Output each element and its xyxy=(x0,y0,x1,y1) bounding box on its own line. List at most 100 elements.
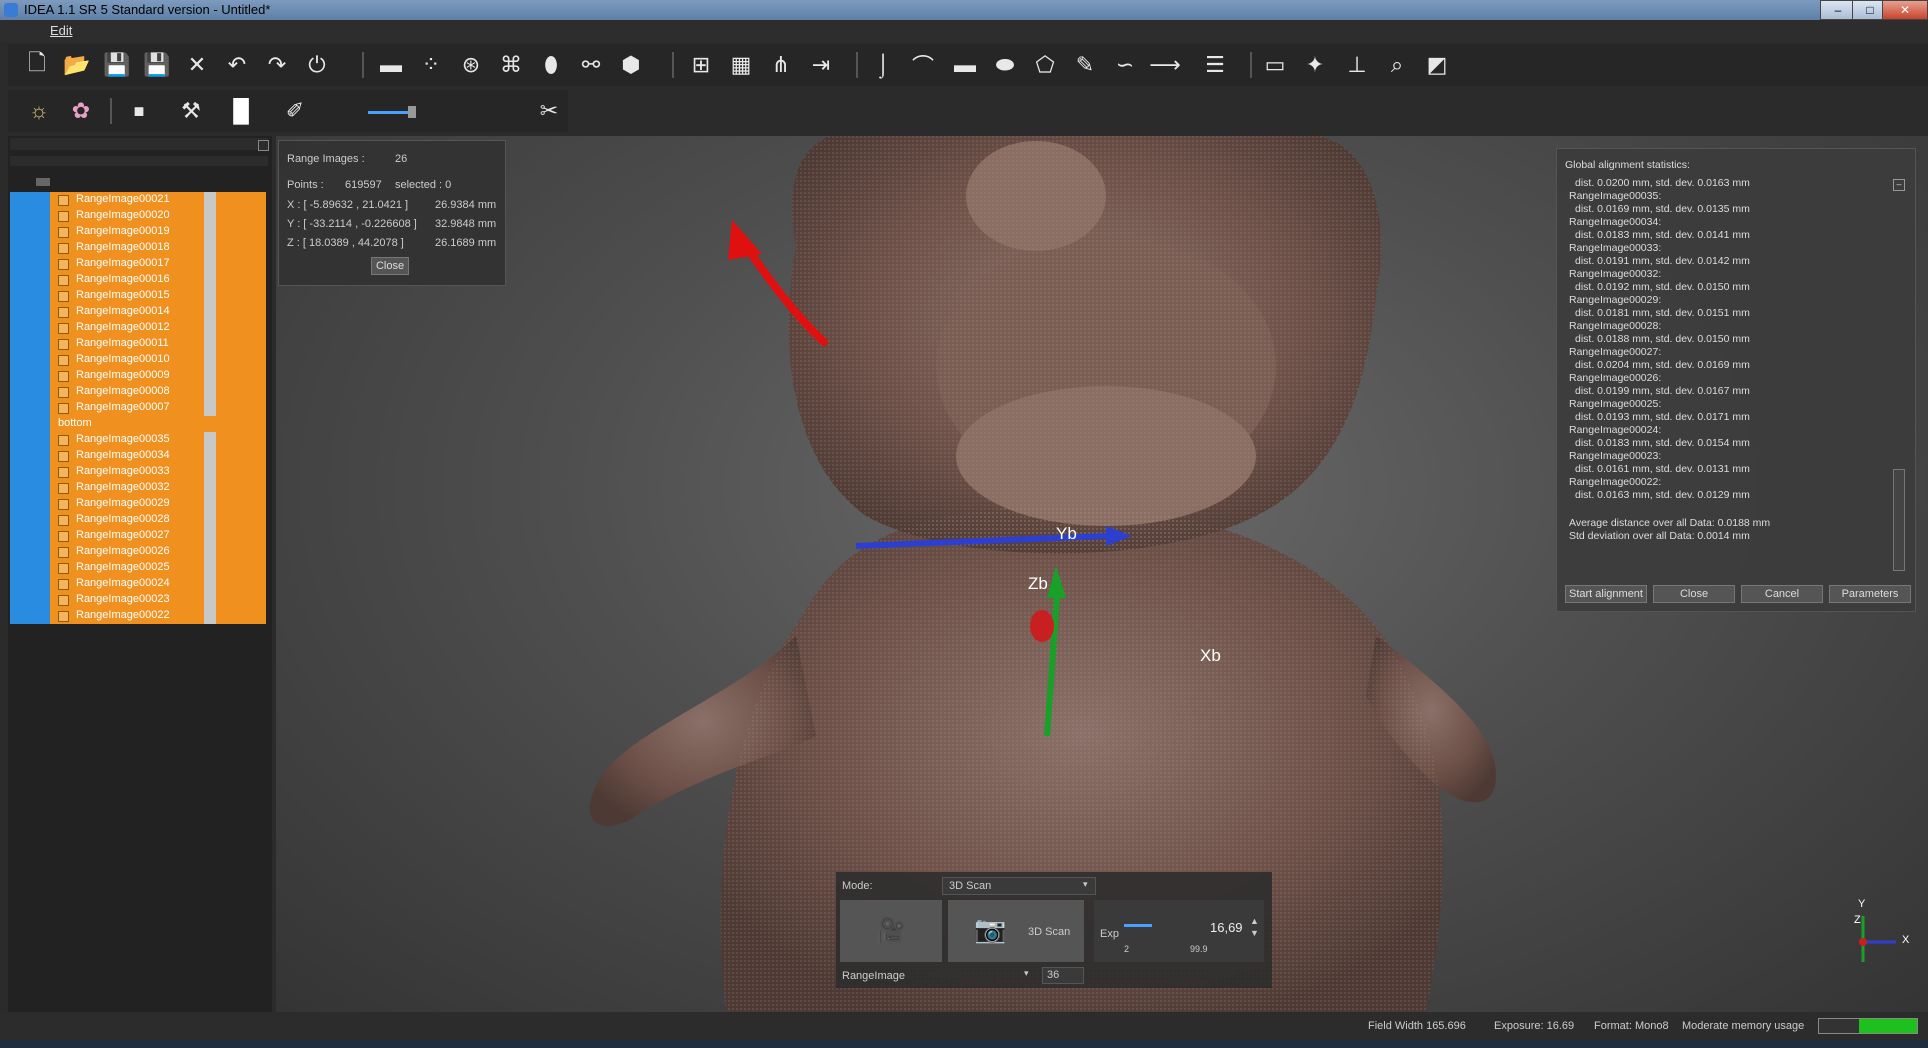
settings-icon[interactable]: ✦ xyxy=(1298,49,1332,81)
slider-thumb[interactable] xyxy=(408,106,416,118)
tree-item[interactable]: RangeImage00018 xyxy=(10,240,266,256)
tree-item[interactable]: RangeImage00029 xyxy=(10,496,266,512)
visibility-checkbox[interactable] xyxy=(58,579,69,590)
visibility-checkbox[interactable] xyxy=(58,355,69,366)
visibility-checkbox[interactable] xyxy=(58,595,69,606)
info-close-button[interactable]: Close xyxy=(371,257,409,275)
brush-icon[interactable]: ✐ xyxy=(278,95,312,127)
collapse-icon[interactable]: – xyxy=(1893,179,1905,191)
tree-item[interactable]: RangeImage00015 xyxy=(10,288,266,304)
stats-scrollbar[interactable] xyxy=(1893,469,1905,571)
tree-item[interactable]: RangeImage00020 xyxy=(10,208,266,224)
tree-item[interactable]: RangeImage00028 xyxy=(10,512,266,528)
delete-icon[interactable]: ✕ xyxy=(180,49,214,81)
tree-group[interactable]: bottom xyxy=(10,416,266,432)
light-icon[interactable]: ☼ xyxy=(22,95,56,127)
exposure-slider[interactable] xyxy=(1124,924,1152,927)
tree-item[interactable]: RangeImage00022 xyxy=(10,608,266,624)
spin-down-icon[interactable]: ▼ xyxy=(1250,928,1259,938)
tree-item[interactable]: RangeImage00014 xyxy=(10,304,266,320)
exp-value[interactable]: 16,69 xyxy=(1210,920,1243,935)
cube-icon[interactable]: ◩ xyxy=(1420,49,1454,81)
visibility-checkbox[interactable] xyxy=(58,195,69,206)
wrench-icon[interactable]: ✂ xyxy=(532,95,566,127)
split-icon[interactable]: ⚯ xyxy=(574,49,608,81)
window-icon[interactable]: ▭ xyxy=(1258,49,1292,81)
merge-icon[interactable]: ⬮ xyxy=(534,49,568,81)
tree-item[interactable]: RangeImage00007 xyxy=(10,400,266,416)
tree-item[interactable]: RangeImage00010 xyxy=(10,352,266,368)
open-folder-icon[interactable]: 📂 xyxy=(60,49,94,81)
parameters-button[interactable]: Parameters xyxy=(1829,585,1911,603)
tree-item[interactable]: RangeImage00008 xyxy=(10,384,266,400)
power-icon[interactable]: ⏻ xyxy=(300,49,334,81)
visibility-checkbox[interactable] xyxy=(58,451,69,462)
visibility-checkbox[interactable] xyxy=(58,291,69,302)
visibility-checkbox[interactable] xyxy=(58,275,69,286)
visibility-checkbox[interactable] xyxy=(58,339,69,350)
curve-icon[interactable]: ⌒ xyxy=(906,49,940,81)
save-as-icon[interactable]: 💾 xyxy=(140,49,174,81)
tree-item[interactable]: RangeImage00023 xyxy=(10,592,266,608)
new-file-icon[interactable]: 🗋 xyxy=(20,49,54,81)
tree-item[interactable]: RangeImage00024 xyxy=(10,576,266,592)
palette-icon[interactable]: ✿ xyxy=(64,95,98,127)
hexagon-icon[interactable]: ⬢ xyxy=(614,49,648,81)
menu-edit[interactable]: Edit xyxy=(50,23,72,38)
arrows-icon[interactable]: ⇥ xyxy=(804,49,838,81)
visibility-checkbox[interactable] xyxy=(58,371,69,382)
redo-icon[interactable]: ↷ xyxy=(260,49,294,81)
spin-up-icon[interactable]: ▲ xyxy=(1250,916,1259,926)
tree-item[interactable]: RangeImage00027 xyxy=(10,528,266,544)
line-icon[interactable]: ⟶ xyxy=(1148,49,1182,81)
visibility-checkbox[interactable] xyxy=(58,211,69,222)
range-image-spinner[interactable]: 36 xyxy=(1042,967,1084,984)
visibility-checkbox[interactable] xyxy=(58,531,69,542)
tree-item[interactable]: RangeImage00017 xyxy=(10,256,266,272)
lasso-icon[interactable]: ⬠ xyxy=(1028,49,1062,81)
path-icon[interactable]: ∽ xyxy=(1108,49,1142,81)
close-window-button[interactable]: ✕ xyxy=(1882,0,1928,20)
visibility-checkbox[interactable] xyxy=(58,483,69,494)
grid-select-icon[interactable]: ⊞ xyxy=(684,49,718,81)
fan-icon[interactable]: ⋔ xyxy=(764,49,798,81)
points-icon[interactable]: ⁘ xyxy=(414,49,448,81)
tree-item[interactable]: RangeImage00019 xyxy=(10,224,266,240)
visibility-checkbox[interactable] xyxy=(58,323,69,334)
visibility-checkbox[interactable] xyxy=(58,387,69,398)
mode-select[interactable]: 3D Scan ▾ xyxy=(942,877,1096,895)
hook-icon[interactable]: ⌡ xyxy=(866,49,900,81)
visibility-checkbox[interactable] xyxy=(58,515,69,526)
tree-item[interactable]: RangeImage00032 xyxy=(10,480,266,496)
align-icon[interactable]: ⊛ xyxy=(454,49,488,81)
video-button[interactable]: 🎥 xyxy=(840,900,942,962)
save-icon[interactable]: 💾 xyxy=(100,49,134,81)
layers-icon[interactable]: ☰ xyxy=(1198,49,1232,81)
tree-item[interactable]: RangeImage00026 xyxy=(10,544,266,560)
cancel-button[interactable]: Cancel xyxy=(1741,585,1823,603)
visibility-checkbox[interactable] xyxy=(58,243,69,254)
mesh-icon[interactable]: ⌘ xyxy=(494,49,528,81)
stop-icon[interactable]: ■ xyxy=(122,95,156,127)
tree-item[interactable]: RangeImage00016 xyxy=(10,272,266,288)
start-alignment-button[interactable]: Start alignment xyxy=(1565,585,1647,603)
chevron-down-icon[interactable]: ▾ xyxy=(1024,968,1029,979)
plane-icon[interactable]: ⊥ xyxy=(1340,49,1374,81)
visibility-checkbox[interactable] xyxy=(58,547,69,558)
visibility-checkbox[interactable] xyxy=(58,499,69,510)
visibility-checkbox[interactable] xyxy=(58,259,69,270)
tree-item[interactable]: RangeImage00025 xyxy=(10,560,266,576)
minimize-button[interactable]: – xyxy=(1820,0,1856,20)
grid-icon[interactable]: ▦ xyxy=(724,49,758,81)
tools-icon[interactable]: ⚒ xyxy=(174,95,208,127)
panel-float-icon[interactable] xyxy=(258,140,269,151)
visibility-checkbox[interactable] xyxy=(58,307,69,318)
visibility-checkbox[interactable] xyxy=(58,563,69,574)
visibility-checkbox[interactable] xyxy=(58,467,69,478)
visibility-checkbox[interactable] xyxy=(58,227,69,238)
freehand-icon[interactable]: ✎ xyxy=(1068,49,1102,81)
3d-scan-button[interactable]: 📷 3D Scan xyxy=(948,900,1084,962)
scanner-icon[interactable]: ▬ xyxy=(374,49,408,81)
visibility-checkbox[interactable] xyxy=(58,403,69,414)
undo-icon[interactable]: ↶ xyxy=(220,49,254,81)
